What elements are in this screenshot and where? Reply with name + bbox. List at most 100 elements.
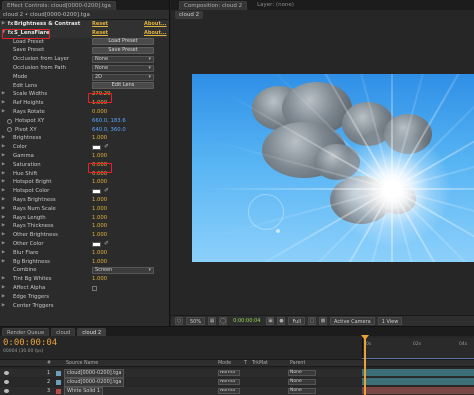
about-link[interactable]: About... xyxy=(144,20,167,29)
composition-viewer[interactable] xyxy=(192,74,474,262)
param-row[interactable]: Occlusion from Path None xyxy=(0,64,169,73)
param-value[interactable]: 1.000 xyxy=(92,196,107,205)
collapse-triangle-icon[interactable]: ▶ xyxy=(0,20,7,29)
expand-triangle-icon[interactable]: ▶ xyxy=(0,134,7,143)
layer-parent-dropdown[interactable]: None xyxy=(288,379,316,385)
crosshair-icon[interactable] xyxy=(7,127,12,133)
timeline-current-time[interactable]: 0:00:00:04 xyxy=(3,338,57,348)
param-row[interactable]: Mode 2D xyxy=(0,73,169,82)
layer-label-color[interactable] xyxy=(56,389,61,394)
param-row[interactable]: ▶ Other Brightness 1.000 xyxy=(0,231,169,240)
param-dropdown[interactable]: Screen xyxy=(92,267,154,275)
param-row[interactable]: ▶ Rays Rotate 0.000 xyxy=(0,108,169,117)
expand-triangle-icon[interactable]: ▶ xyxy=(0,293,7,302)
param-value[interactable]: 1.000 xyxy=(92,275,107,284)
expand-triangle-icon[interactable]: ▶ xyxy=(0,90,7,99)
param-button[interactable]: Edit Lens xyxy=(92,82,154,90)
param-row[interactable]: ▶ Rays Thickness 1.000 xyxy=(0,222,169,231)
region-icon[interactable]: ▢ xyxy=(308,317,317,325)
timeline-layer-row[interactable]: 2 cloud[0000-0200].tga Norma None xyxy=(0,378,474,387)
param-dropdown[interactable]: None xyxy=(92,64,154,72)
param-row[interactable]: ▶ Hotspot Bright 1.000 xyxy=(0,178,169,187)
color-swatch[interactable] xyxy=(92,145,101,151)
column-parent[interactable]: Parent xyxy=(290,360,305,367)
param-row[interactable]: ▶ Rays Length 1.000 xyxy=(0,214,169,223)
param-row[interactable]: Edit Lens Edit Lens xyxy=(0,82,169,91)
expand-triangle-icon[interactable]: ▶ xyxy=(0,205,7,214)
color-swatch[interactable] xyxy=(92,241,101,247)
param-row[interactable]: ▶ Center Triggers xyxy=(0,302,169,311)
param-value[interactable]: 1.000 xyxy=(92,231,107,240)
param-row[interactable]: ▶ Other Color ✐ xyxy=(0,240,169,249)
expand-triangle-icon[interactable]: ▶ xyxy=(0,187,7,196)
view-layout-dropdown[interactable]: 1 View xyxy=(377,317,403,325)
param-value[interactable]: 1.000 xyxy=(92,258,107,267)
layer-parent-dropdown[interactable]: None xyxy=(288,370,316,376)
tab-effect-controls[interactable]: Effect Controls: cloud[0000-0200].tga xyxy=(2,0,116,10)
param-value[interactable]: 0.000 xyxy=(92,108,107,117)
eye-icon[interactable] xyxy=(4,380,9,384)
expand-triangle-icon[interactable]: ▶ xyxy=(0,284,7,293)
param-dropdown[interactable]: 2D xyxy=(92,73,154,81)
reset-link[interactable]: Reset xyxy=(92,20,108,29)
param-value[interactable]: 660.0, 183.6 xyxy=(92,117,126,126)
color-swatch[interactable] xyxy=(92,189,101,195)
expand-triangle-icon[interactable]: ▶ xyxy=(0,302,7,311)
param-row[interactable]: ▶ Scale Widths 279.29 xyxy=(0,90,169,99)
param-value[interactable]: 1.000 xyxy=(92,249,107,258)
layer-label-color[interactable] xyxy=(56,380,61,385)
param-value[interactable]: 1.000 xyxy=(92,152,107,161)
reset-link[interactable]: Reset xyxy=(92,29,108,38)
expand-triangle-icon[interactable]: ▶ xyxy=(0,161,7,170)
param-button[interactable]: Save Preset xyxy=(92,47,154,55)
about-link[interactable]: About... xyxy=(144,29,167,38)
eyedropper-icon[interactable]: ✐ xyxy=(104,240,110,247)
param-button[interactable]: Load Preset xyxy=(92,38,154,46)
tab-cloud-2[interactable]: cloud 2 xyxy=(77,327,107,336)
expand-triangle-icon[interactable]: ▶ xyxy=(0,170,7,179)
param-row[interactable]: ▶ Tint Bg Whites 1.000 xyxy=(0,275,169,284)
param-value[interactable]: 1.000 xyxy=(92,134,107,143)
expand-triangle-icon[interactable]: ▶ xyxy=(0,108,7,117)
expand-triangle-icon[interactable]: ▶ xyxy=(0,143,7,152)
layer-mode-dropdown[interactable]: Norma xyxy=(218,370,240,376)
param-checkbox[interactable] xyxy=(92,285,97,291)
layer-mode-dropdown[interactable]: Norma xyxy=(218,379,240,385)
layer-name[interactable]: White Solid 1 xyxy=(64,387,104,395)
expand-triangle-icon[interactable]: ▶ xyxy=(0,275,7,284)
camera-view-dropdown[interactable]: Active Camera xyxy=(330,317,375,325)
expand-triangle-icon[interactable]: ▶ xyxy=(0,258,7,267)
layer-duration-bar[interactable] xyxy=(362,387,474,394)
expand-triangle-icon[interactable]: ▶ xyxy=(0,240,7,249)
param-row[interactable]: ▶ Affect Alpha xyxy=(0,284,169,293)
param-row[interactable]: ▶ Saturation 0.000 xyxy=(0,161,169,170)
time-ruler[interactable]: 0s 02s 04s xyxy=(362,338,474,358)
layer-mode-dropdown[interactable]: Norma xyxy=(218,388,240,394)
param-dropdown[interactable]: None xyxy=(92,56,154,64)
layer-name[interactable]: cloud[0000-0200].tga xyxy=(64,378,125,387)
param-value[interactable]: 1.000 xyxy=(92,214,107,223)
param-row[interactable]: Hotspot XY 660.0, 183.6 xyxy=(0,117,169,126)
transparency-grid-icon[interactable]: ▩ xyxy=(319,317,328,325)
layer-name[interactable]: cloud[0000-0200].tga xyxy=(64,369,125,378)
param-row[interactable]: ▶ Ref Heights 1.000 xyxy=(0,99,169,108)
fx-icon[interactable]: fx xyxy=(7,20,14,29)
timeline-layer-row[interactable]: 1 cloud[0000-0200].tga Norma None xyxy=(0,369,474,378)
eye-icon[interactable] xyxy=(4,389,9,393)
safe-zones-icon[interactable]: ▦ xyxy=(208,317,217,325)
param-row[interactable]: ▶ Hotspot Color ✐ xyxy=(0,187,169,196)
channel-icon[interactable]: ● xyxy=(277,317,286,325)
param-row[interactable]: ▶ Edge Triggers xyxy=(0,293,169,302)
tab-cloud[interactable]: cloud xyxy=(51,327,76,336)
eye-icon[interactable] xyxy=(4,371,9,375)
column-trkmat[interactable]: TrkMat xyxy=(252,360,268,367)
effect-brightness-contrast[interactable]: ▶ fx Brightness & Contrast Reset About..… xyxy=(0,20,169,29)
eyedropper-icon[interactable]: ✐ xyxy=(104,188,110,194)
param-row[interactable]: ▶ Blur Flare 1.000 xyxy=(0,249,169,258)
param-row[interactable]: ▶ Bg Brightness 1.000 xyxy=(0,258,169,267)
param-row[interactable]: ▶ Gamma 1.000 xyxy=(0,152,169,161)
expand-triangle-icon[interactable]: ▶ xyxy=(0,214,7,223)
zoom-dropdown[interactable]: 50% xyxy=(186,317,206,325)
param-row[interactable]: ▶ Brightness 1.000 xyxy=(0,134,169,143)
crosshair-icon[interactable] xyxy=(7,118,12,124)
